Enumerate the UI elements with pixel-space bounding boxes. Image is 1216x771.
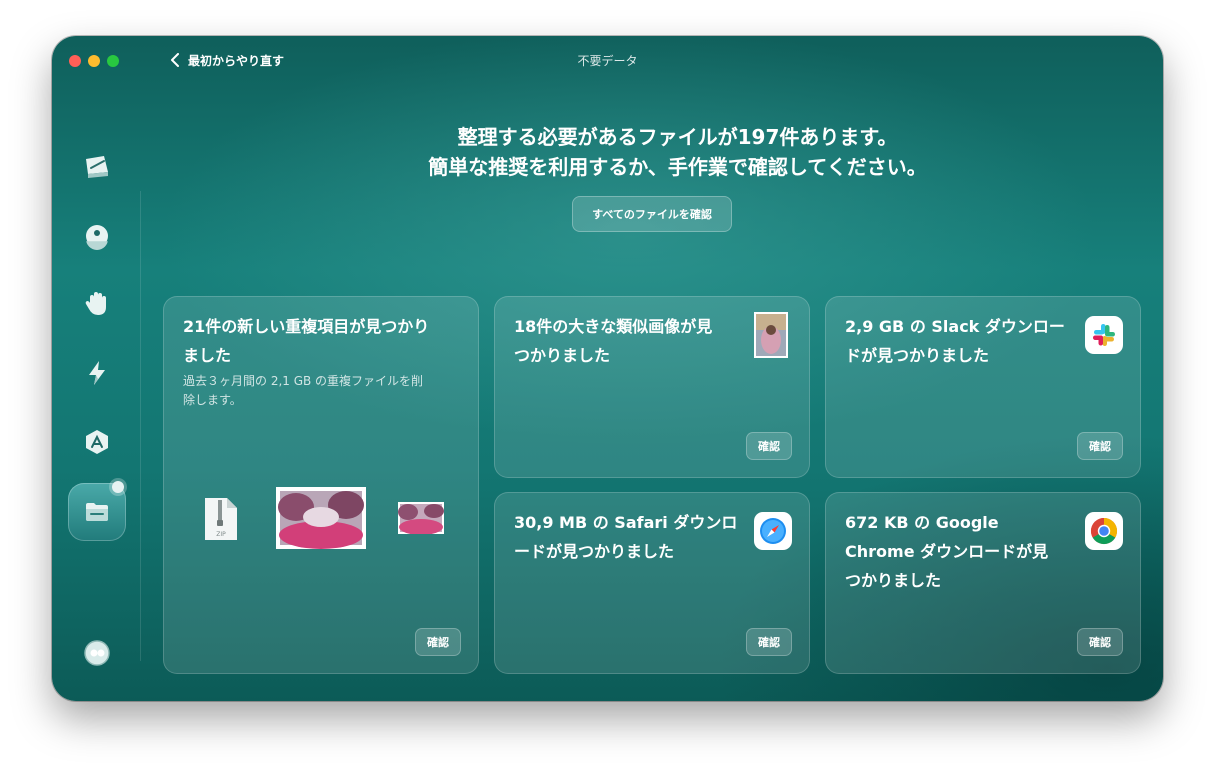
duplicates-title-line-2: ました	[183, 346, 232, 365]
duplicate-image-thumbnail-small	[398, 502, 444, 534]
app-window: 最初からやり直す 不要データ 整理する必要があるファイルが197件あります。 簡…	[52, 36, 1163, 701]
similar-images-card-title: 18件の大きな類似画像が見 つかりました	[514, 312, 712, 370]
duplicates-card[interactable]: 21件の新しい重複項目が見つかり ました 過去３ヶ月間の 2,1 GB の重複フ…	[163, 296, 479, 674]
zip-label: ZIP	[216, 531, 226, 538]
similar-images-review-button[interactable]: 確認	[746, 432, 792, 460]
chrome-card-title: 672 KB の Google Chrome ダウンロードが見 つかりました	[845, 508, 1048, 595]
duplicate-image-thumbnail-large	[276, 487, 366, 549]
sidebar-item-cleanup[interactable]	[68, 138, 126, 196]
safari-title-line-1: 30,9 MB の Safari ダウンロ	[514, 513, 738, 532]
sidebar-item-applications[interactable]	[68, 413, 126, 471]
lightning-icon	[89, 361, 105, 385]
applications-icon	[86, 430, 108, 454]
folder-icon	[86, 503, 108, 521]
slack-icon	[1093, 324, 1115, 346]
slack-app-icon	[1085, 316, 1123, 354]
safari-app-icon	[754, 512, 792, 550]
chrome-review-button[interactable]: 確認	[1077, 628, 1123, 656]
similar-images-title-line-1: 18件の大きな類似画像が見	[514, 317, 713, 336]
slack-title-line-2: ドが見つかりました	[845, 346, 990, 365]
duplicates-desc-line-1: 過去３ヶ月間の 2,1 GB の重複ファイルを削	[183, 374, 424, 388]
duplicates-desc-line-2: 除します。	[183, 393, 242, 407]
slack-downloads-card[interactable]: 2,9 GB の Slack ダウンロー ドが見つかりました 確認	[825, 296, 1141, 478]
sidebar-item-protection[interactable]	[68, 207, 126, 265]
active-indicator	[112, 481, 124, 493]
safari-icon	[760, 518, 786, 544]
duplicates-title-line-1: 21件の新しい重複項目が見つかり	[183, 317, 430, 336]
similar-images-card[interactable]: 18件の大きな類似画像が見 つかりました 確認	[494, 296, 810, 478]
disk-icon	[86, 156, 108, 178]
safari-card-title: 30,9 MB の Safari ダウンロ ードが見つかりました	[514, 508, 737, 566]
review-all-files-button[interactable]: すべてのファイルを確認	[572, 196, 732, 232]
hand-icon	[85, 292, 106, 315]
window-title: 不要データ	[577, 54, 638, 68]
page-headline: 整理する必要があるファイルが197件あります。 簡単な推奨を利用するか、手作業で…	[192, 122, 1163, 182]
safari-downloads-card[interactable]: 30,9 MB の Safari ダウンロ ードが見つかりました 確認	[494, 492, 810, 674]
assistant-icon	[84, 640, 110, 666]
zip-file-icon: ZIP	[205, 498, 237, 540]
sidebar-item-speed[interactable]	[68, 344, 126, 402]
chrome-title-line-1: 672 KB の Google	[845, 513, 999, 532]
slack-review-button[interactable]: 確認	[1077, 432, 1123, 460]
slack-card-title: 2,9 GB の Slack ダウンロー ドが見つかりました	[845, 312, 1065, 370]
slack-title-line-1: 2,9 GB の Slack ダウンロー	[845, 317, 1065, 336]
sidebar-divider	[140, 191, 141, 661]
assistant-button[interactable]	[68, 624, 126, 682]
shield-icon	[86, 225, 108, 251]
safari-review-button[interactable]: 確認	[746, 628, 792, 656]
duplicates-card-title: 21件の新しい重複項目が見つかり ました	[183, 312, 429, 370]
headline-line-1: 整理する必要があるファイルが197件あります。	[457, 125, 898, 149]
sidebar-item-clutter[interactable]	[68, 481, 126, 541]
similar-image-thumbnail	[754, 312, 788, 358]
headline-line-2: 簡単な推奨を利用するか、手作業で確認してください。	[428, 155, 927, 179]
duplicates-description: 過去３ヶ月間の 2,1 GB の重複ファイルを削 除します。	[183, 372, 463, 410]
safari-title-line-2: ードが見つかりました	[514, 542, 675, 561]
duplicates-review-button[interactable]: 確認	[415, 628, 461, 656]
similar-images-title-line-2: つかりました	[514, 346, 611, 365]
chrome-app-icon	[1085, 512, 1123, 550]
chrome-title-line-3: つかりました	[845, 571, 942, 590]
chrome-title-line-2: Chrome ダウンロードが見	[845, 542, 1049, 561]
chrome-downloads-card[interactable]: 672 KB の Google Chrome ダウンロードが見 つかりました 確…	[825, 492, 1141, 674]
sidebar-item-privacy[interactable]	[68, 275, 126, 333]
chrome-icon	[1090, 517, 1118, 545]
